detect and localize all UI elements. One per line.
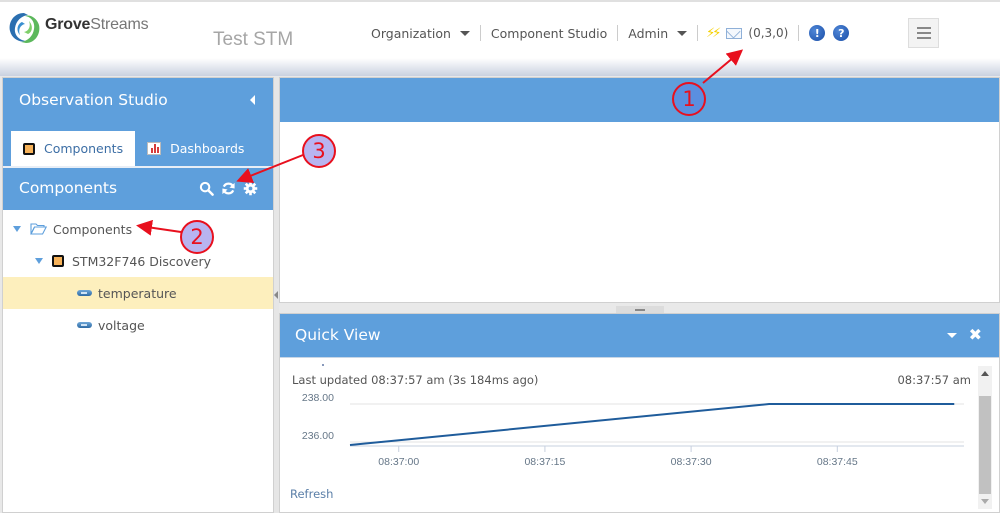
chevron-down-icon[interactable] xyxy=(946,332,957,338)
main-content-panel xyxy=(279,77,1000,303)
x-tick-label: 08:37:45 xyxy=(817,456,858,468)
nav-component-studio-label: Component Studio xyxy=(490,25,608,41)
dashboard-chart-icon xyxy=(147,142,162,155)
x-tick-label: 08:37:30 xyxy=(671,456,712,468)
tree-node-stream-temperature[interactable]: temperature xyxy=(3,277,273,309)
expand-triangle-icon[interactable] xyxy=(35,258,43,264)
logo-text: GroveStreams xyxy=(45,16,149,34)
panel-tabs: Components Dashboards xyxy=(11,131,256,166)
x-tick-label: 08:37:15 xyxy=(524,456,565,468)
logo-swirl-icon xyxy=(9,13,40,43)
stream-icon xyxy=(77,290,92,296)
quick-view-tools: ✖ xyxy=(946,327,982,343)
splitter-grip[interactable] xyxy=(616,306,664,313)
collapse-left-icon[interactable] xyxy=(274,291,278,299)
updated-time: 08:37:57 am xyxy=(897,373,971,387)
annotation-marker-3: 3 xyxy=(302,134,336,168)
organization-title: Test STM xyxy=(213,29,294,50)
horizontal-splitter[interactable] xyxy=(279,303,1000,313)
hamburger-menu-button[interactable] xyxy=(908,18,939,48)
nav-divider xyxy=(798,25,800,41)
tree-node-label: Components xyxy=(53,221,133,237)
refresh-icon[interactable] xyxy=(221,181,236,196)
components-section-title: Components xyxy=(19,179,118,197)
search-icon[interactable] xyxy=(199,181,214,196)
grovestreams-logo[interactable]: GroveStreams xyxy=(6,10,149,46)
quick-view-chart: 238.00 236.00 08:37:00 08:37:15 08:37:30 08:3… xyxy=(302,392,964,468)
alert-icon[interactable]: ! xyxy=(809,25,826,41)
annotation-marker-2: 2 xyxy=(180,220,214,254)
expand-triangle-icon[interactable] xyxy=(13,226,21,232)
tree-node-label: voltage xyxy=(98,317,145,333)
last-updated-text: Last updated 08:37:57 am (3s 184ms ago) xyxy=(292,373,539,387)
top-nav: Organization Component Studio Admin ⚡⚡ (… xyxy=(370,22,850,44)
scrollbar-thumb[interactable] xyxy=(979,396,991,494)
chevron-down-icon xyxy=(677,30,688,36)
nav-component-studio[interactable]: Component Studio xyxy=(481,26,617,41)
nav-organization[interactable]: Organization xyxy=(370,26,480,41)
help-icon[interactable]: ? xyxy=(833,25,850,41)
tree-node-stream-voltage[interactable]: voltage xyxy=(3,309,273,341)
series-line-temperature xyxy=(349,403,955,446)
main-content-header xyxy=(280,78,999,122)
scroll-down-icon[interactable] xyxy=(981,499,989,504)
component-chip-icon xyxy=(52,255,64,267)
mail-icon[interactable] xyxy=(726,27,743,39)
folder-open-icon xyxy=(30,223,47,235)
close-icon[interactable]: ✖ xyxy=(969,327,982,343)
quick-view-title: Quick View xyxy=(295,326,381,344)
quick-view-header: Quick View ✖ xyxy=(280,314,999,358)
logo-text-bold: Grove xyxy=(45,16,91,33)
observation-studio-header: Observation Studio Components Dashboards xyxy=(3,78,273,166)
menu-bar xyxy=(916,36,931,40)
gear-icon[interactable] xyxy=(243,181,258,196)
component-tree: Components STM32F746 Discovery temperatu… xyxy=(3,210,273,341)
header-shadow xyxy=(0,58,1000,76)
y-tick-label: 236.00 xyxy=(302,430,334,442)
annotation-marker-1: 1 xyxy=(672,82,706,116)
y-tick-label: 238.00 xyxy=(302,392,334,404)
nav-admin[interactable]: Admin xyxy=(618,26,697,41)
quick-view-panel: Quick View ✖ Last updated 08:37:57 am (3… xyxy=(279,313,1000,513)
tree-node-label: temperature xyxy=(98,285,177,301)
notification-counts[interactable]: (0,3,0) xyxy=(748,26,798,40)
top-header: GroveStreams Test STM Organization Compo… xyxy=(0,0,1000,62)
nav-organization-label: Organization xyxy=(371,25,451,41)
tab-components[interactable]: Components xyxy=(11,131,136,166)
loading-dot xyxy=(322,364,324,366)
vertical-scrollbar[interactable] xyxy=(978,366,992,509)
x-tick-label: 08:37:00 xyxy=(378,456,419,468)
stream-icon xyxy=(77,322,92,328)
observation-studio-panel: Observation Studio Components Dashboards… xyxy=(2,77,274,513)
menu-bar xyxy=(916,31,931,35)
collapse-panel-icon[interactable] xyxy=(250,95,255,105)
tab-components-label: Components xyxy=(44,141,124,156)
tab-dashboards-label: Dashboards xyxy=(170,141,245,156)
lightning-icon[interactable]: ⚡⚡ xyxy=(698,26,726,41)
tree-node-components-folder[interactable]: Components xyxy=(3,213,273,245)
chevron-down-icon xyxy=(459,30,470,36)
panel-title: Observation Studio xyxy=(19,91,168,109)
components-toolbar: Components xyxy=(3,166,273,210)
refresh-link[interactable]: Refresh xyxy=(290,487,333,501)
logo-text-thin: Streams xyxy=(90,16,149,33)
component-chip-icon xyxy=(23,142,35,155)
nav-admin-label: Admin xyxy=(628,25,669,41)
tree-node-component[interactable]: STM32F746 Discovery xyxy=(3,245,273,277)
tree-node-label: STM32F746 Discovery xyxy=(72,253,212,269)
tab-dashboards[interactable]: Dashboards xyxy=(135,131,256,166)
menu-bar xyxy=(916,26,931,30)
components-tools xyxy=(199,181,258,196)
scroll-up-icon[interactable] xyxy=(981,371,989,376)
